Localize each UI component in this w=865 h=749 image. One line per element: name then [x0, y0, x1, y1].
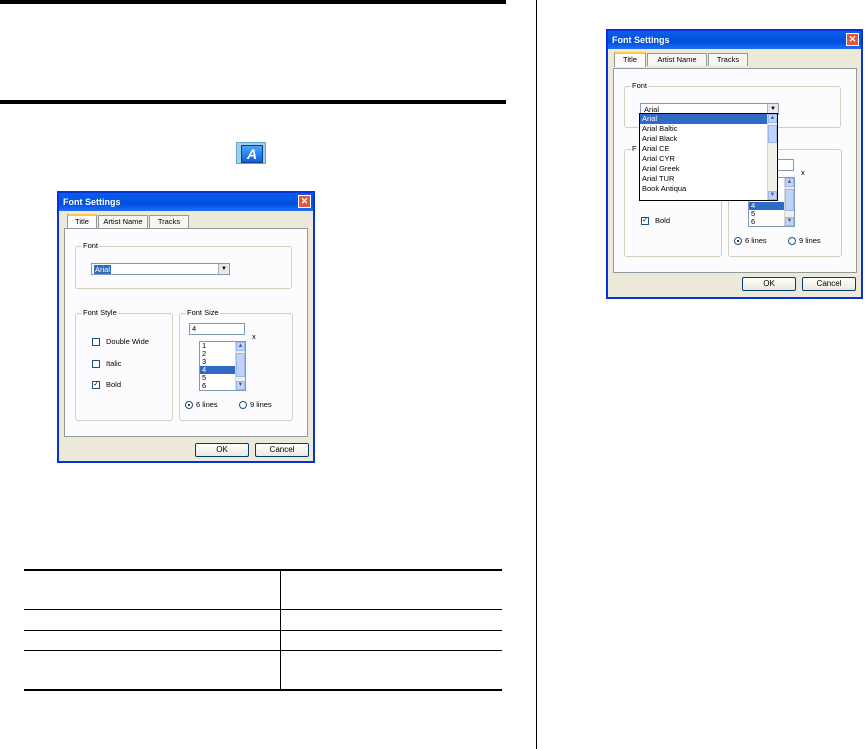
scroll-down-icon[interactable]: ▼ [768, 191, 777, 200]
font-settings-dialog-dropdown-open: Font Settings ✕ Title Artist Name Tracks… [606, 29, 863, 299]
list-scrollbar[interactable]: ▲ ▼ [784, 178, 794, 226]
italic-checkbox[interactable] [92, 360, 100, 368]
font-options[interactable]: Arial Arial Baltic Arial Black Arial CE … [640, 114, 777, 200]
six-lines-label: 6 lines [745, 236, 767, 245]
scroll-thumb[interactable] [236, 353, 245, 377]
font-dropdown-list[interactable]: Arial Arial Baltic Arial Black Arial CE … [639, 113, 778, 201]
bold-checkbox[interactable]: ✓ [641, 217, 649, 225]
table-row-line [24, 630, 502, 631]
column-divider [536, 0, 537, 749]
table-bottom-rule [24, 689, 502, 691]
font-size-list[interactable]: 1 2 3 4 5 6 ▲ ▼ [199, 341, 246, 391]
font-combobox[interactable]: Arial ▼ [91, 263, 230, 275]
chevron-down-icon[interactable]: ▼ [218, 264, 229, 274]
dialog-title: Font Settings [63, 197, 121, 207]
font-size-group: Font Size 4 x 1 2 3 4 5 6 ▲ ▼ 6 lines 9 … [179, 308, 293, 421]
font-group-label: Font [82, 241, 100, 251]
scroll-thumb[interactable] [785, 189, 794, 211]
scroll-thumb[interactable] [768, 125, 777, 143]
cancel-button[interactable]: Cancel [802, 277, 856, 291]
font-settings-dialog: Font Settings ✕ Title Artist Name Tracks… [57, 191, 315, 463]
font-size-label: Font Size [186, 308, 220, 318]
font-group-label: Font [631, 81, 649, 91]
six-lines-label: 6 lines [196, 400, 218, 409]
tab-panel: Font Arial ▼ F ✓ Bold x 4 5 6 ▲ ▼ 6 line… [613, 68, 857, 273]
ok-button[interactable]: OK [195, 443, 249, 457]
scroll-up-icon[interactable]: ▲ [785, 178, 794, 187]
nine-lines-radio[interactable] [239, 401, 247, 409]
font-option[interactable]: Arial Baltic [640, 124, 777, 134]
scroll-down-icon[interactable]: ▼ [236, 381, 245, 390]
font-size-suffix: x [252, 332, 256, 341]
bold-checkbox[interactable]: ✓ [92, 381, 100, 389]
font-size-suffix: x [801, 168, 805, 177]
scroll-down-icon[interactable]: ▼ [785, 217, 794, 226]
section-rule [0, 100, 506, 104]
dialog-title: Font Settings [612, 35, 670, 45]
nine-lines-label: 9 lines [799, 236, 821, 245]
dialog-titlebar: Font Settings [608, 31, 861, 49]
table-top-rule [24, 569, 502, 571]
ok-button[interactable]: OK [742, 277, 796, 291]
font-option[interactable]: Book Antiqua [640, 184, 777, 194]
font-combobox-value: Arial [94, 265, 112, 274]
close-icon[interactable]: ✕ [298, 195, 311, 208]
font-option[interactable]: Arial CYR [640, 154, 777, 164]
font-option[interactable]: Arial Black [640, 134, 777, 144]
close-icon[interactable]: ✕ [846, 33, 859, 46]
table-column-divider [280, 570, 281, 691]
font-style-label: F [631, 144, 638, 154]
font-settings-toolbar-icon[interactable]: A [236, 142, 266, 164]
table-row-line [24, 609, 502, 610]
font-size-input[interactable]: 4 [189, 323, 245, 335]
six-lines-radio[interactable] [185, 401, 193, 409]
tab-artist-name[interactable]: Artist Name [98, 215, 148, 228]
letter-a-icon: A [241, 145, 263, 163]
italic-label: Italic [106, 359, 122, 368]
tab-tracks[interactable]: Tracks [149, 215, 189, 228]
top-rule [0, 0, 506, 4]
font-option-selected[interactable]: Arial [640, 114, 777, 124]
font-style-group: Font Style Double Wide Italic ✓ Bold [75, 308, 173, 421]
bold-label: Bold [106, 380, 122, 389]
tab-title[interactable]: Title [614, 52, 646, 67]
tab-artist-name[interactable]: Artist Name [647, 53, 707, 66]
double-wide-label: Double Wide [106, 337, 149, 346]
tab-title[interactable]: Title [67, 214, 97, 229]
dropdown-scrollbar[interactable]: ▲ ▼ [767, 114, 777, 200]
font-option[interactable]: Arial TUR [640, 174, 777, 184]
dialog-titlebar: Font Settings [59, 193, 313, 211]
font-option[interactable]: Arial CE [640, 144, 777, 154]
nine-lines-label: 9 lines [250, 400, 272, 409]
tab-tracks[interactable]: Tracks [708, 53, 748, 66]
tab-panel: Font Arial ▼ Font Style Double Wide Ital… [64, 228, 308, 437]
list-scrollbar[interactable]: ▲ ▼ [235, 342, 245, 390]
nine-lines-radio[interactable] [788, 237, 796, 245]
bold-label: Bold [655, 216, 671, 225]
six-lines-radio[interactable] [734, 237, 742, 245]
scroll-up-icon[interactable]: ▲ [768, 114, 777, 123]
cancel-button[interactable]: Cancel [255, 443, 309, 457]
scroll-up-icon[interactable]: ▲ [236, 342, 245, 351]
double-wide-checkbox[interactable] [92, 338, 100, 346]
font-group: Font Arial ▼ [75, 241, 292, 289]
font-style-label: Font Style [82, 308, 118, 318]
table-row-line [24, 650, 502, 651]
font-option[interactable]: Arial Greek [640, 164, 777, 174]
